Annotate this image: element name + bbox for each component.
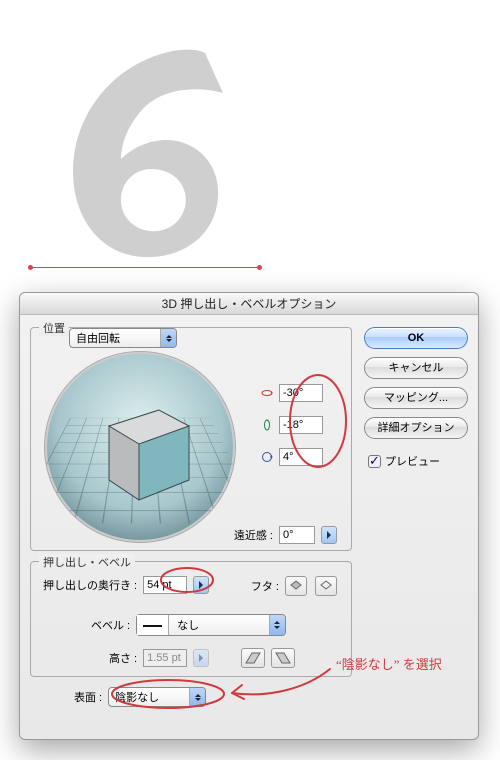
rot-y-row: -18° — [261, 416, 339, 434]
extrude-legend: 押し出し・ベベル — [39, 554, 135, 570]
annotation-text: “陰影なし” を選択 — [336, 654, 442, 673]
position-combo[interactable]: 自由回転 — [69, 328, 177, 348]
surface-combo[interactable]: 陰影なし — [108, 687, 206, 707]
position-group: 位置 自由回転 -30° -18° — [30, 327, 352, 551]
position-legend: 位置 — [39, 320, 69, 336]
cap-on-button[interactable] — [285, 576, 307, 596]
glyph-6 — [55, 45, 225, 260]
depth-input[interactable]: 54 pt — [143, 576, 187, 594]
bevel-value: なし — [169, 617, 269, 633]
height-row: 高さ : 1.55 pt — [109, 648, 295, 668]
mapping-button[interactable]: マッピング... — [364, 387, 468, 409]
position-combo-value: 自由回転 — [70, 330, 160, 346]
height-input: 1.55 pt — [143, 649, 187, 667]
bevel-out-icon — [272, 649, 294, 667]
rot-z-input[interactable]: 4° — [279, 448, 323, 466]
perspective-input[interactable]: 0° — [279, 526, 315, 544]
baseline-guide — [30, 267, 260, 268]
bevel-in-button[interactable] — [241, 648, 265, 668]
depth-row: 押し出しの奥行き : 54 pt — [43, 576, 209, 594]
perspective-label: 遠近感 : — [234, 527, 273, 543]
bevel-swatch — [137, 615, 169, 635]
bevel-row: ベベル : なし — [91, 614, 286, 636]
bevel-label: ベベル : — [91, 617, 130, 633]
chevron-updown-icon — [189, 688, 205, 706]
surface-row: 表面 : 陰影なし — [74, 687, 206, 707]
cap-row: フタ : — [251, 576, 337, 596]
perspective-row: 遠近感 : 0° — [234, 526, 337, 544]
depth-stepper[interactable] — [193, 576, 209, 594]
preview-checkbox[interactable] — [368, 455, 381, 468]
cap-label: フタ : — [251, 578, 279, 594]
cap-on-icon — [289, 579, 303, 593]
rot-x-input[interactable]: -30° — [279, 384, 323, 402]
rot-x-row: -30° — [261, 384, 339, 402]
preview-cube — [89, 396, 199, 506]
perspective-stepper[interactable] — [321, 526, 337, 544]
height-label: 高さ : — [109, 650, 137, 666]
surface-label: 表面 : — [74, 689, 102, 705]
cancel-button[interactable]: キャンセル — [364, 357, 468, 379]
preview-row: プレビュー — [364, 453, 468, 469]
chevron-updown-icon — [269, 615, 285, 635]
cap-off-button[interactable] — [315, 576, 337, 596]
canvas-artwork — [20, 40, 250, 285]
rotate-z-icon — [261, 451, 273, 463]
dialog-button-column: OK キャンセル マッピング... 詳細オプション プレビュー — [364, 327, 468, 469]
rotate-y-icon — [261, 419, 273, 431]
dialog-title: 3D 押し出し・ベベルオプション — [20, 293, 478, 315]
rot-z-row: 4° — [261, 448, 339, 466]
extrude-bevel-group: 押し出し・ベベル 押し出しの奥行き : 54 pt フタ : ベベル : なし — [30, 561, 352, 677]
rot-y-input[interactable]: -18° — [279, 416, 323, 434]
ok-button[interactable]: OK — [364, 327, 468, 349]
height-stepper — [193, 649, 209, 667]
cap-off-icon — [319, 579, 333, 593]
bevel-in-icon — [242, 649, 264, 667]
bevel-select[interactable]: なし — [136, 614, 286, 636]
surface-value: 陰影なし — [109, 689, 189, 705]
more-options-button[interactable]: 詳細オプション — [364, 417, 468, 439]
preview-label: プレビュー — [385, 453, 440, 469]
rotation-inputs: -30° -18° 4° — [261, 384, 339, 466]
depth-label: 押し出しの奥行き : — [43, 577, 137, 593]
bevel-out-button[interactable] — [271, 648, 295, 668]
position-combo-wrap: 自由回転 — [69, 328, 177, 348]
rotate-x-icon — [261, 387, 273, 399]
chevron-updown-icon — [160, 329, 176, 347]
rotation-preview[interactable] — [45, 352, 235, 542]
